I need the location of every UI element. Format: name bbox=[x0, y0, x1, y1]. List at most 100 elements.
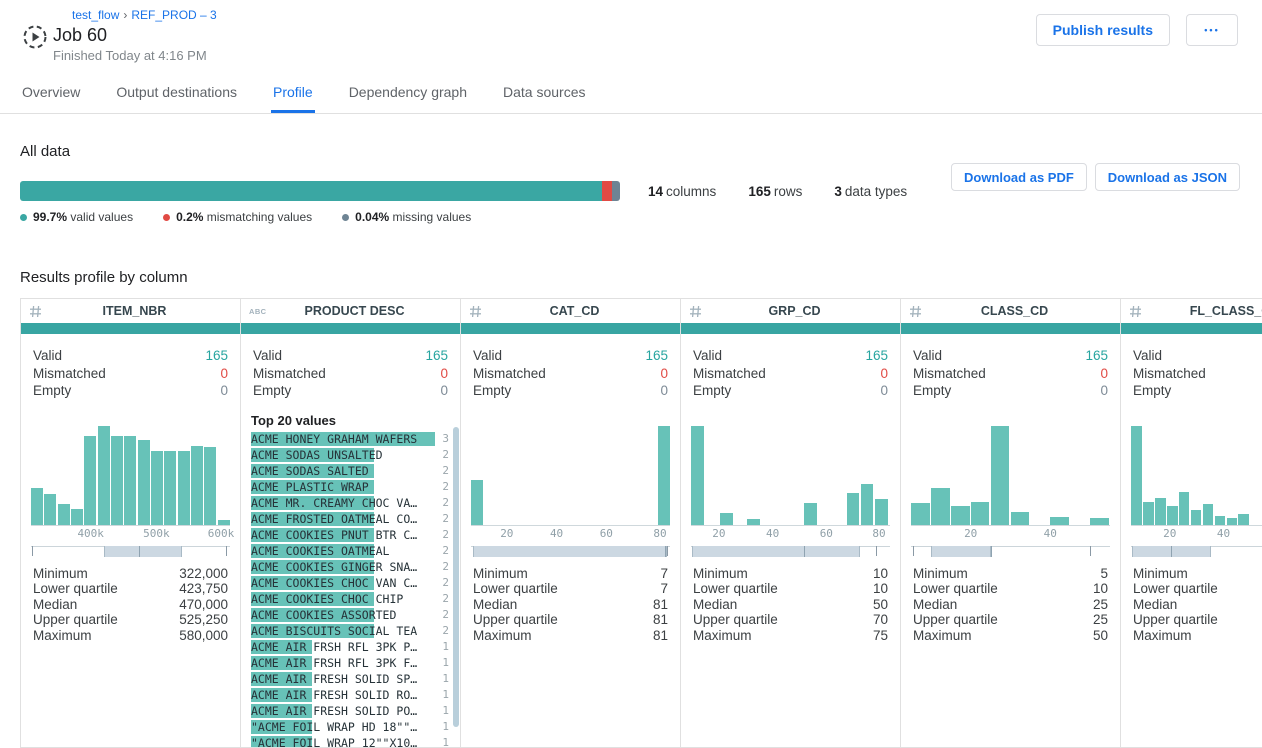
tab-profile[interactable]: Profile bbox=[271, 75, 315, 113]
top-value-row[interactable]: ACME PLASTIC WRAP2 bbox=[251, 479, 449, 495]
top-value-text: ACME COOKIES GINGER SNA… bbox=[251, 559, 417, 575]
valid-ratio-bar bbox=[461, 323, 680, 334]
count-value-empty: 0 bbox=[880, 382, 888, 400]
more-actions-button[interactable]: ••• bbox=[1186, 14, 1238, 46]
histogram[interactable] bbox=[1131, 426, 1262, 526]
dataset-stat-columns: 14columns bbox=[648, 184, 716, 199]
top-value-row[interactable]: ACME COOKIES PNUT BTR C…2 bbox=[251, 527, 449, 543]
quartile-brush[interactable] bbox=[471, 546, 670, 557]
top-value-row[interactable]: ACME AIR FRSH RFL 3PK F…1 bbox=[251, 655, 449, 671]
count-label-empty: Empty bbox=[913, 382, 951, 400]
count-row-empty: Empty0 bbox=[473, 382, 668, 400]
column-name: FL_CLASS_CD bbox=[1151, 304, 1262, 318]
histogram-bar bbox=[658, 426, 670, 525]
axis-tick-label: 500k bbox=[143, 527, 170, 540]
top-value-row[interactable]: ACME COOKIES OATMEAL2 bbox=[251, 543, 449, 559]
summary-stat-row: Median25 bbox=[913, 597, 1108, 613]
min-whisker bbox=[913, 546, 914, 556]
histogram-bar bbox=[1191, 510, 1202, 525]
min-whisker bbox=[32, 546, 33, 556]
column-card-product-desc: ABCPRODUCT DESCValid165Mismatched0Empty0… bbox=[241, 299, 461, 747]
valid-ratio-bar bbox=[1121, 323, 1262, 334]
publish-results-button[interactable]: Publish results bbox=[1036, 14, 1170, 46]
summary-stat-label: Lower quartile bbox=[1133, 581, 1218, 597]
top-value-row[interactable]: ACME COOKIES CHOC VAN C…2 bbox=[251, 575, 449, 591]
count-row-mismatched: Mismatched0 bbox=[693, 365, 888, 383]
text-type-icon: ABC bbox=[249, 307, 271, 316]
axis-tick-label: 20 bbox=[712, 527, 725, 540]
histogram[interactable] bbox=[471, 426, 670, 526]
summary-stat-label: Median bbox=[33, 597, 77, 613]
job-status-icon bbox=[22, 24, 48, 50]
count-row-empty: Empty 0 bbox=[913, 382, 1108, 400]
axis-tick-label: 60 bbox=[820, 527, 833, 540]
count-label-mismatched: Mismatched bbox=[33, 365, 106, 383]
dataset-stat-rows: 165rows bbox=[748, 184, 802, 199]
valid-ratio-bar bbox=[681, 323, 900, 334]
valid-ratio-bar bbox=[21, 323, 240, 334]
histogram-bar bbox=[931, 488, 950, 525]
download-pdf-button[interactable]: Download as PDF bbox=[951, 163, 1087, 191]
top-value-row[interactable]: ACME AIR FRESH SOLID PO…1 bbox=[251, 703, 449, 719]
summary-stat-label: Minimum bbox=[693, 566, 748, 582]
download-json-button[interactable]: Download as JSON bbox=[1095, 163, 1240, 191]
histogram-bar bbox=[44, 494, 56, 525]
top-value-row[interactable]: ACME SODAS SALTED2 bbox=[251, 463, 449, 479]
top-value-row[interactable]: ACME AIR FRESH SOLID RO…1 bbox=[251, 687, 449, 703]
top-value-row[interactable]: ACME HONEY GRAHAM WAFERS3 bbox=[251, 431, 449, 447]
tab-dependency-graph[interactable]: Dependency graph bbox=[347, 75, 469, 113]
top-value-count: 1 bbox=[442, 639, 449, 655]
summary-stat-value: 81 bbox=[653, 612, 668, 628]
summary-stat-value: 25 bbox=[1093, 597, 1108, 613]
validity-bar-segment-valid bbox=[20, 181, 602, 201]
tab-output-destinations[interactable]: Output destinations bbox=[114, 75, 239, 113]
quartile-brush[interactable] bbox=[691, 546, 890, 557]
count-label-valid: Valid bbox=[253, 347, 282, 365]
top-value-row[interactable]: ACME COOKIES GINGER SNA…2 bbox=[251, 559, 449, 575]
dataset-stats: 14columns165rows3data types bbox=[648, 184, 907, 199]
summary-stat-row: Median81 bbox=[473, 597, 668, 613]
summary-stat-row: Upper quartile81 bbox=[473, 612, 668, 628]
top-value-row[interactable]: ACME COOKIES ASSORTED2 bbox=[251, 607, 449, 623]
histogram[interactable] bbox=[31, 426, 230, 526]
count-label-valid: Valid bbox=[33, 347, 62, 365]
top-value-row[interactable]: ACME AIR FRSH RFL 3PK P…1 bbox=[251, 639, 449, 655]
column-card-header: CLASS_CD bbox=[901, 299, 1120, 323]
top-value-row[interactable]: ACME SODAS UNSALTED2 bbox=[251, 447, 449, 463]
summary-stat-label: Minimum bbox=[1133, 566, 1188, 582]
quartile-brush[interactable] bbox=[31, 546, 230, 557]
count-row-valid: Valid165 bbox=[913, 347, 1108, 365]
histogram[interactable] bbox=[911, 426, 1110, 526]
count-value-valid: 165 bbox=[205, 347, 228, 365]
count-value-empty: 0 bbox=[1100, 382, 1108, 400]
tab-data-sources[interactable]: Data sources bbox=[501, 75, 587, 113]
breadcrumb-link-flow[interactable]: test_flow bbox=[72, 8, 119, 22]
count-value-mismatched: 0 bbox=[1100, 365, 1108, 383]
top-value-row[interactable]: "ACME FOIL WRAP HD 18""…1 bbox=[251, 719, 449, 735]
numeric-type-icon bbox=[689, 305, 711, 318]
histogram-bar bbox=[747, 519, 760, 525]
scrollbar-thumb[interactable] bbox=[453, 427, 459, 727]
max-whisker bbox=[226, 546, 227, 556]
axis-tick-label: 40 bbox=[1217, 527, 1230, 540]
axis-tick-label: 400k bbox=[77, 527, 104, 540]
quartile-brush[interactable] bbox=[911, 546, 1110, 557]
top-value-row[interactable]: ACME FROSTED OATMEAL CO…2 bbox=[251, 511, 449, 527]
top-value-row[interactable]: ACME BISCUITS SOCIAL TEA2 bbox=[251, 623, 449, 639]
histogram-bar bbox=[71, 509, 83, 525]
top-value-row[interactable]: "ACME FOIL WRAP 12""X10…1 bbox=[251, 735, 449, 748]
top-value-row[interactable]: ACME MR. CREAMY CHOC VA…2 bbox=[251, 495, 449, 511]
top-value-row[interactable]: ACME COOKIES CHOC CHIP2 bbox=[251, 591, 449, 607]
quartile-brush[interactable] bbox=[1131, 546, 1262, 557]
axis-tick-label: 80 bbox=[653, 527, 666, 540]
summary-stat-label: Upper quartile bbox=[693, 612, 778, 628]
top-value-row[interactable]: ACME AIR FRESH SOLID SP…1 bbox=[251, 671, 449, 687]
summary-stat-label: Maximum bbox=[473, 628, 532, 644]
histogram[interactable] bbox=[691, 426, 890, 526]
count-row-empty: Empty bbox=[1133, 382, 1262, 400]
breadcrumb-link-dataset[interactable]: REF_PROD – 3 bbox=[131, 8, 216, 22]
top-value-count: 2 bbox=[442, 623, 449, 639]
tab-overview[interactable]: Overview bbox=[20, 75, 82, 113]
column-card-fl-class-cd: FL_CLASS_CDValidMismatchedEmpty2040Minim… bbox=[1121, 299, 1262, 747]
summary-stats: Minimum10Lower quartile10Median50Upper q… bbox=[681, 566, 900, 644]
